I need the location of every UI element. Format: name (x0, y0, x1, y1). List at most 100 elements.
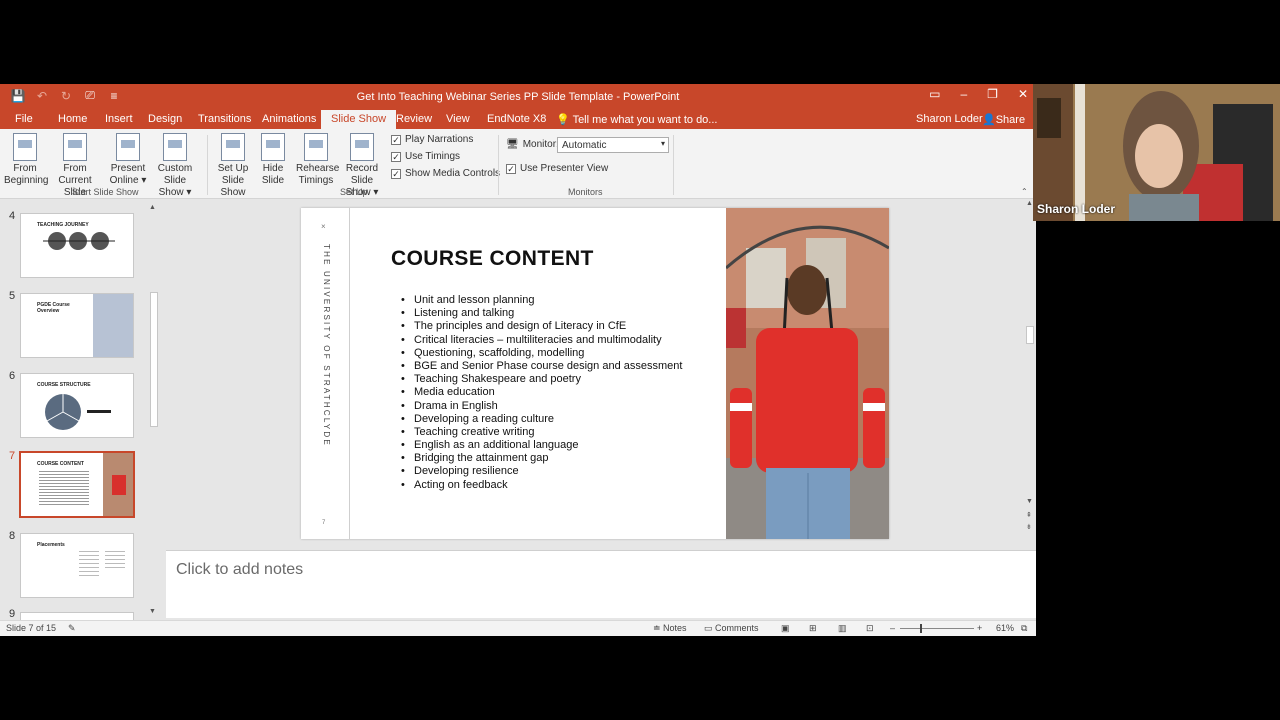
tell-me-search[interactable]: 💡 Tell me what you want to do... (556, 113, 717, 126)
zoom-out-icon[interactable]: – (890, 623, 895, 633)
comments-button[interactable]: ▭ Comments (704, 623, 759, 634)
person-icon: 👤 (982, 114, 996, 126)
slide-canvas[interactable]: × THE UNIVERSITY OF STRATHCLYDE 7 COURSE… (301, 208, 889, 539)
show-media-controls-checkbox[interactable]: ✓ Show Media Controls (391, 168, 500, 179)
list-item: Media education (401, 386, 682, 399)
play-narrations-checkbox[interactable]: ✓ Play Narrations (391, 134, 473, 145)
tab-view[interactable]: View (446, 113, 470, 125)
scroll-up-icon[interactable]: ▲ (149, 204, 156, 211)
list-item: Drama in English (401, 400, 682, 413)
slide-thumbnail[interactable]: PGDE Course Overview (20, 293, 134, 358)
from-beginning-button[interactable]: From Beginning (4, 133, 48, 187)
scroll-down-icon[interactable]: ▼ (149, 608, 156, 615)
slide-thumbnail[interactable]: TEACHING JOURNEY (20, 213, 134, 278)
next-slide-icon[interactable]: ⇟ (1026, 523, 1032, 531)
list-item: Teaching Shakespeare and poetry (401, 373, 682, 386)
notes-pane[interactable]: Click to add notes (166, 550, 1036, 618)
checkbox-checked-icon: ✓ (391, 168, 401, 179)
tab-animations[interactable]: Animations (262, 113, 316, 125)
slide-thumbnail-selected[interactable]: COURSE CONTENT (19, 451, 135, 518)
list-item: Unit and lesson planning (401, 294, 682, 307)
setup-show-icon (221, 133, 245, 161)
normal-view-icon[interactable]: ▣ (781, 623, 790, 634)
student-photo[interactable] (726, 208, 889, 539)
tab-design[interactable]: Design (148, 113, 182, 125)
tab-file[interactable]: File (15, 113, 33, 125)
slide-thumbnail[interactable] (20, 612, 134, 620)
student-photo (103, 453, 133, 516)
zoom-in-icon[interactable]: + (977, 623, 982, 633)
reading-view-icon[interactable]: ▥ (838, 623, 847, 634)
set-up-slide-show-button[interactable]: Set Up Slide Show (210, 133, 256, 199)
minimize-icon[interactable]: – (960, 87, 967, 101)
slideshow-view-icon[interactable]: ⊡ (866, 623, 874, 634)
hide-slide-button[interactable]: Hide Slide (258, 133, 288, 187)
list-item: Listening and talking (401, 307, 682, 320)
ribbon-slide-show: From Beginning From Current Slide Presen… (0, 129, 1036, 199)
zoom-slider-thumb[interactable] (920, 624, 922, 633)
scrollbar-thumb[interactable] (150, 292, 158, 427)
list-item: English as an additional language (401, 439, 682, 452)
present-online-icon (116, 133, 140, 161)
thumbnail-scrollbar[interactable]: ▲ ▼ (148, 204, 160, 615)
slideshow-current-icon (63, 133, 87, 161)
powerpoint-window: 💾 ↶ ↻ ⎚ ≡ Get Into Teaching Webinar Seri… (0, 84, 1036, 636)
ribbon-tabs: File Home Insert Design Transitions Anim… (0, 110, 1036, 129)
tab-transitions[interactable]: Transitions (198, 113, 251, 125)
list-item: Critical literacies – multiliteracies an… (401, 334, 682, 347)
tab-review[interactable]: Review (396, 113, 432, 125)
close-icon[interactable]: ✕ (1018, 87, 1028, 101)
slide-thumbnail-pane: 4 TEACHING JOURNEY 5 PGDE Course Overvie… (0, 200, 162, 620)
notes-placeholder[interactable]: Click to add notes (176, 561, 303, 579)
slide-number: 7 (9, 450, 16, 462)
notes-icon: ≐ (653, 623, 664, 633)
slide-number: 5 (9, 290, 16, 302)
group-separator (498, 135, 499, 195)
thumbnail-title: COURSE CONTENT (37, 461, 84, 467)
restore-icon[interactable]: ❐ (987, 87, 998, 101)
user-account[interactable]: Sharon Loder (916, 113, 983, 125)
zoom-slider[interactable] (900, 624, 974, 633)
slide-thumbnail[interactable]: Placements (20, 533, 134, 598)
use-presenter-view-checkbox[interactable]: ✓ Use Presenter View (506, 163, 608, 174)
course-content-list[interactable]: Unit and lesson planning Listening and t… (401, 294, 682, 492)
share-button[interactable]: 👤Share (982, 113, 1025, 126)
slide-thumbnail[interactable]: COURSE STRUCTURE (20, 373, 134, 438)
tab-endnote[interactable]: EndNote X8 (487, 113, 546, 125)
list-item: Developing a reading culture (401, 413, 682, 426)
use-timings-checkbox[interactable]: ✓ Use Timings (391, 151, 460, 162)
tab-insert[interactable]: Insert (105, 113, 133, 125)
slide-count: Slide 7 of 15 (6, 623, 57, 633)
checkbox-checked-icon: ✓ (391, 151, 401, 162)
checkbox-checked-icon: ✓ (506, 163, 516, 174)
notes-button[interactable]: ≐ Notes (653, 623, 687, 634)
collapse-ribbon-icon[interactable]: ⌃ (1021, 187, 1028, 196)
previous-slide-icon[interactable]: ⇞ (1026, 511, 1032, 519)
slide-title[interactable]: COURSE CONTENT (391, 247, 594, 271)
university-side-text: THE UNIVERSITY OF STRATHCLYDE (322, 244, 331, 447)
present-online-button[interactable]: Present Online ▾ (108, 133, 148, 187)
comment-icon: ▭ (704, 623, 716, 633)
tab-slide-show[interactable]: Slide Show (321, 110, 397, 129)
slide-scrollbar[interactable]: ▲ ▼ ⇞ ⇟ (1024, 200, 1036, 550)
list-item: Acting on feedback (401, 479, 682, 492)
spell-check-icon[interactable]: ✎ (68, 623, 76, 634)
list-item: Questioning, scaffolding, modelling (401, 347, 682, 360)
chevron-down-icon: ▾ (660, 139, 665, 148)
fit-to-window-icon[interactable]: ⧉ (1021, 623, 1027, 634)
scroll-down-icon[interactable]: ▼ (1026, 498, 1033, 505)
ribbon-display-icon[interactable]: ▭ (929, 87, 940, 101)
scroll-up-icon[interactable]: ▲ (1026, 200, 1033, 207)
slide-sorter-icon[interactable]: ⊞ (809, 623, 817, 634)
participant-name: Sharon Loder (1037, 202, 1116, 216)
group-separator (207, 135, 208, 195)
rehearse-timings-button[interactable]: Rehearse Timings (296, 133, 339, 187)
monitor-select[interactable]: Automatic ▾ (557, 137, 669, 153)
custom-slide-show-button[interactable]: Custom Slide Show ▾ (147, 133, 203, 199)
scrollbar-thumb[interactable] (1026, 326, 1034, 344)
tab-home[interactable]: Home (58, 113, 87, 125)
slideshow-start-icon (13, 133, 37, 161)
group-label-monitors: Monitors (568, 187, 603, 197)
zoom-level[interactable]: 61% (996, 623, 1014, 633)
list-item: Bridging the attainment gap (401, 452, 682, 465)
